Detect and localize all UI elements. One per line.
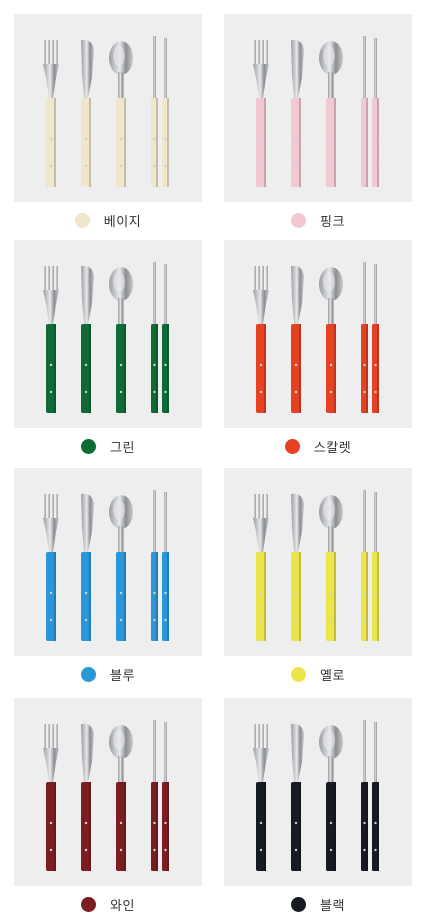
color-option-card[interactable]: 블루: [14, 468, 202, 692]
chopsticks-icon: [361, 490, 379, 641]
color-option-card[interactable]: 옐로: [224, 468, 412, 692]
chopsticks-icon: [151, 490, 169, 641]
cutlery-photo: [224, 240, 412, 428]
color-option-card[interactable]: 스칼렛: [224, 240, 412, 464]
chopsticks-icon: [361, 262, 379, 413]
cutlery-photo: [224, 698, 412, 886]
color-swatch: [284, 438, 300, 454]
cutlery-illustration: [253, 720, 379, 871]
rivet-dots: [49, 821, 167, 852]
chopsticks-icon: [151, 36, 169, 187]
color-label: 옐로: [320, 668, 345, 684]
rivet-dots: [49, 137, 167, 168]
rivet-dots: [259, 137, 377, 168]
color-swatch: [291, 896, 307, 912]
color-option-grid: 베이지 핑크 그린 스칼렛 블루 옐로 와인 블랙: [0, 0, 425, 920]
knife-icon: [291, 493, 304, 641]
color-label: 스칼렛: [313, 440, 352, 456]
rivet-dots: [259, 591, 377, 622]
chopsticks-icon: [361, 36, 379, 187]
chopsticks-icon: [361, 720, 379, 871]
color-option-card[interactable]: 핑크: [224, 14, 412, 238]
rivet-dots: [259, 821, 377, 852]
knife-icon: [291, 723, 304, 871]
color-label: 베이지: [103, 214, 142, 230]
cutlery-illustration: [253, 262, 379, 413]
color-label: 와인: [110, 898, 135, 914]
cutlery-illustration: [43, 720, 169, 871]
swatch-row: 핑크: [224, 202, 412, 238]
color-swatch: [81, 666, 97, 682]
knife-icon: [81, 265, 94, 413]
knife-icon: [81, 39, 94, 187]
cutlery-photo: [224, 468, 412, 656]
chopsticks-icon: [151, 262, 169, 413]
cutlery-illustration: [43, 36, 169, 187]
color-swatch: [291, 212, 307, 228]
cutlery-photo: [224, 14, 412, 202]
swatch-row: 옐로: [224, 656, 412, 692]
cutlery-illustration: [253, 490, 379, 641]
cutlery-photo: [14, 14, 202, 202]
swatch-row: 블루: [14, 656, 202, 692]
swatch-row: 블랙: [224, 886, 412, 922]
rivet-dots: [49, 591, 167, 622]
knife-icon: [81, 723, 94, 871]
color-option-card[interactable]: 베이지: [14, 14, 202, 238]
swatch-row: 와인: [14, 886, 202, 922]
color-swatch: [81, 896, 97, 912]
knife-icon: [291, 39, 304, 187]
cutlery-illustration: [43, 490, 169, 641]
color-label: 핑크: [320, 214, 345, 230]
color-label: 그린: [110, 440, 135, 456]
cutlery-illustration: [253, 36, 379, 187]
knife-icon: [81, 493, 94, 641]
color-swatch: [291, 666, 307, 682]
chopsticks-icon: [151, 720, 169, 871]
color-option-card[interactable]: 블랙: [224, 698, 412, 922]
knife-icon: [291, 265, 304, 413]
swatch-row: 스칼렛: [224, 428, 412, 464]
cutlery-illustration: [43, 262, 169, 413]
cutlery-photo: [14, 240, 202, 428]
color-label: 블루: [110, 668, 135, 684]
swatch-row: 그린: [14, 428, 202, 464]
color-option-card[interactable]: 그린: [14, 240, 202, 464]
cutlery-photo: [14, 698, 202, 886]
swatch-row: 베이지: [14, 202, 202, 238]
rivet-dots: [259, 363, 377, 394]
cutlery-photo: [14, 468, 202, 656]
color-swatch: [81, 438, 97, 454]
color-option-card[interactable]: 와인: [14, 698, 202, 922]
color-label: 블랙: [320, 898, 345, 914]
rivet-dots: [49, 363, 167, 394]
color-swatch: [74, 212, 90, 228]
